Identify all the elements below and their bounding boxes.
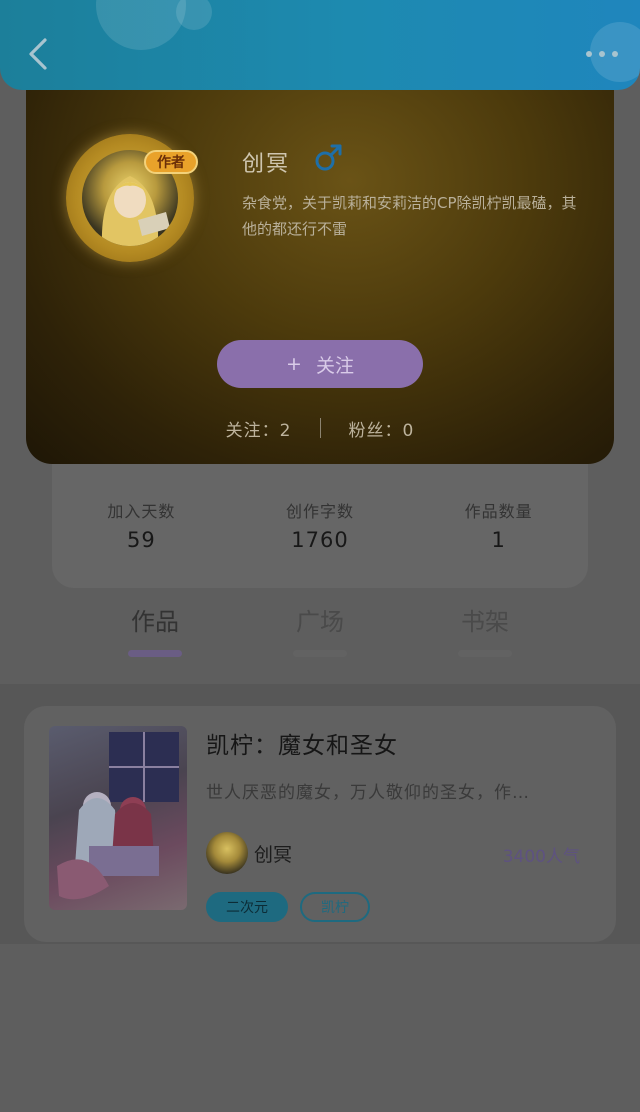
stat-word-count: 创作字数 1760 [240, 498, 400, 552]
stat-value: 1760 [291, 528, 349, 552]
work-title[interactable]: 凯柠：魔女和圣女 [206, 726, 398, 760]
tab-works[interactable]: 作品 [100, 602, 210, 662]
stat-value: 59 [126, 528, 156, 552]
decor-bubble [96, 0, 186, 50]
stat-label: 作品数量 [464, 502, 533, 521]
profile-card: 作者 创冥 杂食党，关于凯莉和安莉洁的CP除凯柠凯最磕，其他的都还行不雷 + 关… [26, 86, 614, 464]
follow-button-label: 关注 [315, 354, 354, 377]
stats-card: 加入天数 59 创作字数 1760 作品数量 1 [52, 460, 588, 588]
tab-label: 广场 [296, 608, 344, 636]
tab-bar: 作品 广场 书架 [100, 602, 540, 662]
chevron-left-icon [29, 38, 47, 70]
tab-indicator [458, 650, 512, 657]
stat-label: 创作字数 [285, 502, 354, 521]
author-badge: 作者 [144, 150, 198, 174]
work-author-name[interactable]: 创冥 [254, 840, 292, 867]
back-button[interactable] [18, 34, 58, 74]
profile-name: 创冥 [242, 152, 291, 177]
work-card[interactable]: 凯柠：魔女和圣女 世人厌恶的魔女，万人敬仰的圣女，作… 创冥 3400人气 二次… [24, 706, 616, 942]
work-author-avatar[interactable] [206, 832, 248, 874]
male-icon [315, 144, 342, 171]
work-cover-image[interactable] [49, 726, 187, 910]
profile-bio: 杂食党，关于凯莉和安莉洁的CP除凯柠凯最磕，其他的都还行不雷 [242, 194, 577, 238]
tab-label: 作品 [131, 608, 179, 636]
stat-value: 1 [491, 528, 506, 552]
more-button[interactable] [582, 42, 622, 66]
stat-work-count: 作品数量 1 [419, 498, 579, 552]
decor-bubble [176, 0, 212, 30]
ellipsis-icon [586, 51, 618, 57]
tab-square[interactable]: 广场 [265, 602, 375, 662]
fans-count[interactable]: 粉丝：0 [349, 416, 415, 441]
avatar[interactable]: 作者 [66, 134, 198, 262]
following-count[interactable]: 关注：2 [226, 416, 292, 441]
work-tag[interactable]: 凯柠 [300, 892, 370, 922]
plus-icon: + [286, 353, 302, 375]
work-tag[interactable]: 二次元 [206, 892, 288, 922]
tab-label: 书架 [461, 608, 509, 636]
stat-divider [319, 418, 321, 438]
empty-area [0, 944, 640, 1112]
stat-join-days: 加入天数 59 [61, 498, 221, 552]
top-header [0, 0, 640, 90]
work-popularity: 3400人气 [502, 847, 580, 867]
follow-button[interactable]: + 关注 [217, 340, 423, 388]
tab-bookshelf[interactable]: 书架 [430, 602, 540, 662]
stat-label: 加入天数 [107, 502, 176, 521]
tab-indicator [293, 650, 347, 657]
tab-active-indicator [128, 650, 182, 657]
follow-stats: 关注：2 粉丝：0 [26, 416, 614, 441]
cover-illustration [57, 732, 179, 900]
work-description: 世人厌恶的魔女，万人敬仰的圣女，作… [206, 783, 530, 803]
